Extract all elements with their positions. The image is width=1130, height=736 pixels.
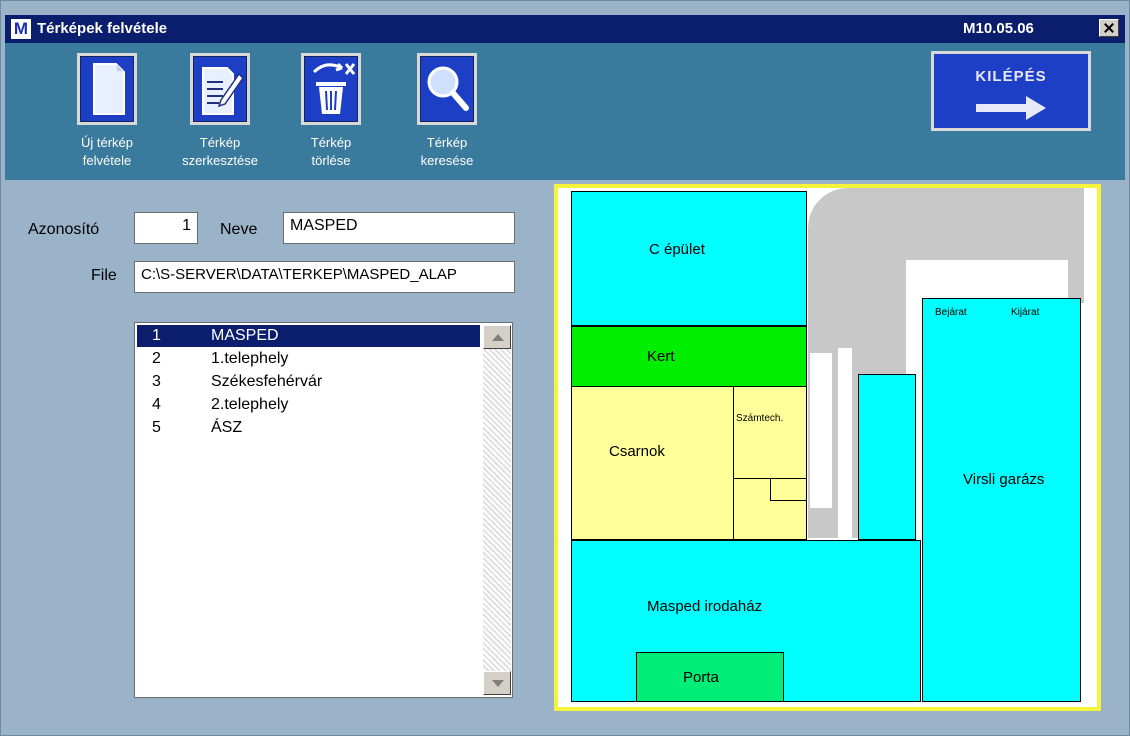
map-canvas[interactable]: C épület Kert Csarnok Számtech. Bejárat …: [554, 184, 1101, 711]
magnifier-icon[interactable]: [417, 53, 477, 125]
road-right: [1068, 188, 1084, 303]
app-icon: M: [11, 19, 31, 39]
scroll-down-button[interactable]: [483, 671, 511, 695]
file-field[interactable]: C:\S-SERVER\DATA\TERKEP\MASPED_ALAP: [134, 261, 515, 293]
search-map-label: Térkép keresése: [420, 135, 474, 168]
building-narrow[interactable]: [858, 374, 916, 540]
list-item[interactable]: 4 2.telephely: [137, 394, 480, 416]
new-map-button[interactable]: Új térkép felvétele: [47, 53, 167, 175]
edit-document-icon[interactable]: [190, 53, 250, 125]
trash-icon[interactable]: [301, 53, 361, 125]
building-c-epulet[interactable]: C épület: [571, 191, 807, 326]
scroll-up-button[interactable]: [483, 325, 511, 349]
building-porta[interactable]: Porta: [636, 652, 784, 702]
id-label: Azonosító: [28, 221, 100, 238]
map-list[interactable]: 1 MASPED 2 1.telephely 3 Székesfehérvár 4 2.…: [134, 322, 513, 698]
id-field[interactable]: 1: [134, 212, 198, 244]
list-scrollbar[interactable]: [483, 325, 511, 695]
room-tiny[interactable]: [770, 478, 807, 501]
exit-label: KILÉPÉS: [975, 68, 1047, 85]
version-label: M10.05.06: [963, 20, 1034, 37]
title-bar: M Térképek felvétele M10.05.06: [5, 15, 1125, 43]
window-title: Térképek felvétele: [37, 20, 168, 37]
search-map-button[interactable]: Térkép keresése: [387, 53, 507, 175]
delete-map-button[interactable]: Térkép törlése: [271, 53, 391, 175]
new-map-label: Új térkép felvétele: [80, 135, 134, 168]
main-window: M Térképek felvétele M10.05.06 Új térkép…: [0, 0, 1130, 736]
file-label: File: [91, 267, 117, 284]
list-item[interactable]: 1 MASPED: [137, 325, 480, 347]
road-gap-5: [1028, 272, 1068, 298]
close-button[interactable]: [1099, 19, 1119, 37]
room-szamtech[interactable]: Számtech.: [733, 386, 807, 480]
road-gap: [810, 353, 832, 508]
road-gap-2: [838, 348, 852, 538]
edit-map-label: Térkép szerkesztése: [182, 135, 258, 168]
road-gap-4: [978, 272, 1004, 298]
exit-button[interactable]: KILÉPÉS: [931, 51, 1091, 131]
name-label: Neve: [220, 221, 258, 238]
name-field[interactable]: MASPED: [283, 212, 515, 244]
edit-map-button[interactable]: Térkép szerkesztése: [160, 53, 280, 175]
delete-map-label: Térkép törlése: [310, 135, 352, 168]
road-gap-3: [906, 272, 932, 298]
area-kert[interactable]: Kert: [571, 326, 807, 387]
new-document-icon[interactable]: [77, 53, 137, 125]
building-virsli-garazs[interactable]: Bejárat Kijárat Virsli garázs: [922, 298, 1081, 702]
arrow-right-icon: [976, 96, 1046, 120]
toolbar: Új térképfelvétele Térképszerkesztése: [5, 43, 1125, 180]
list-item[interactable]: 5 ÁSZ: [137, 417, 480, 439]
list-item[interactable]: 3 Székesfehérvár: [137, 371, 480, 393]
list-item[interactable]: 2 1.telephely: [137, 348, 480, 370]
building-csarnok[interactable]: Csarnok: [571, 386, 735, 540]
